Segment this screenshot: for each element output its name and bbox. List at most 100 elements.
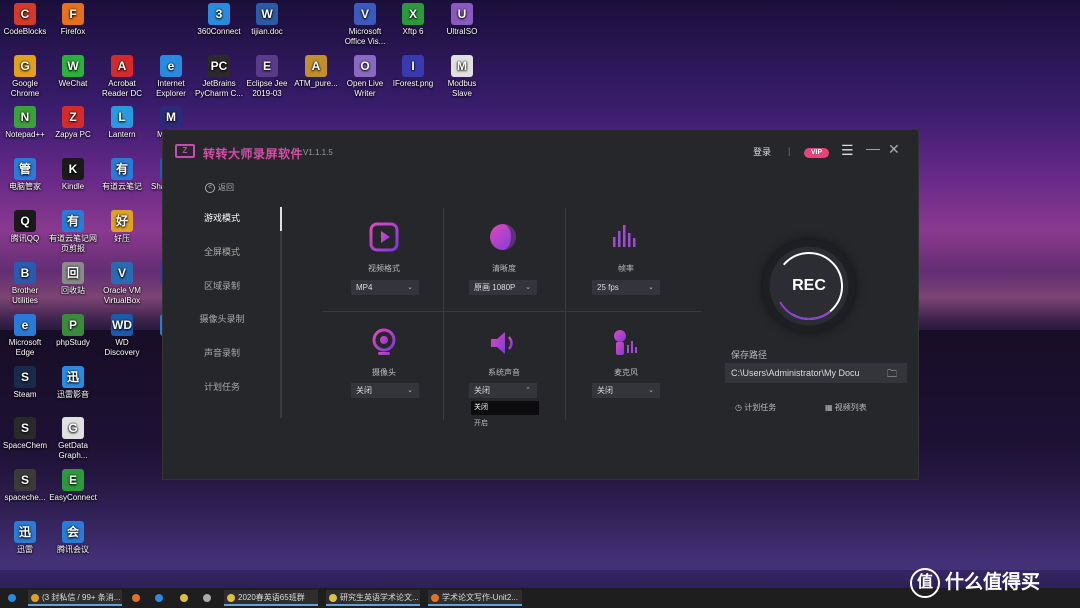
desktop-icon[interactable]: 会腾讯会议 bbox=[48, 521, 98, 555]
desktop-icon[interactable]: A Acrobat Reader DC bbox=[97, 55, 147, 98]
desktop-icon[interactable]: U UltraISO bbox=[437, 3, 487, 37]
desktop-icon[interactable]: E Eclipse Jee 2019-03 bbox=[242, 55, 292, 98]
desktop-icon[interactable]: 迅迅雷 bbox=[0, 521, 50, 555]
schedule-task-link[interactable]: ◷ 计划任务 bbox=[735, 402, 776, 413]
taskbar-app[interactable] bbox=[203, 591, 214, 605]
sidebar-item-region-record[interactable]: 区域录制 bbox=[163, 279, 281, 292]
sidebar-item-camera-record[interactable]: 摄像头录制 bbox=[163, 312, 281, 325]
save-path-field[interactable]: C:\Users\Administrator\My Docu bbox=[725, 363, 907, 383]
back-button[interactable]: < 返回 bbox=[205, 182, 234, 193]
desktop-icon[interactable]: WD WD Discovery bbox=[97, 314, 147, 357]
microphone-select[interactable]: 关闭 ⌄ bbox=[592, 383, 660, 398]
desktop-icon[interactable]: 好好压 bbox=[97, 210, 147, 244]
video-format-label: 视频格式 bbox=[368, 264, 400, 273]
desktop-icon[interactable]: O Open Live Writer bbox=[340, 55, 390, 98]
desktop-icon[interactable]: N Notepad++ bbox=[0, 106, 50, 140]
sidebar-item-audio-record[interactable]: 声音录制 bbox=[163, 346, 281, 359]
camera-label: 摄像头 bbox=[372, 368, 396, 377]
title-separator: | bbox=[788, 146, 791, 156]
taskbar-firefox[interactable] bbox=[132, 591, 143, 605]
clarity-select[interactable]: 原画 1080P ⌄ bbox=[469, 280, 537, 295]
desktop-icon-label: Kindle bbox=[61, 182, 85, 191]
desktop-icon[interactable]: 迅迅雷影音 bbox=[48, 366, 98, 400]
desktop-icon-label: Brother Utilities bbox=[11, 286, 39, 305]
firefox-icon bbox=[132, 593, 140, 602]
menu-icon[interactable]: ☰ bbox=[841, 142, 854, 159]
desktop-icon[interactable]: Wtijian.doc bbox=[242, 3, 292, 37]
system-sound-select[interactable]: 关闭 ⌃ bbox=[469, 383, 537, 398]
desktop-icon[interactable]: e Internet Explorer bbox=[146, 55, 196, 98]
system-sound-option-off[interactable]: 关闭 bbox=[471, 401, 539, 415]
start-button[interactable] bbox=[8, 591, 19, 605]
app-icon: M bbox=[160, 106, 182, 128]
vip-badge[interactable]: VIP bbox=[804, 148, 829, 158]
desktop-icon[interactable]: PphpStudy bbox=[48, 314, 98, 348]
taskbar-task-label: 学术论文写作-Unit2... bbox=[442, 593, 519, 602]
desktop-icon[interactable]: X Xftp 6 bbox=[388, 3, 438, 37]
frame-rate-select[interactable]: 25 fps ⌄ bbox=[592, 280, 660, 295]
desktop-icon[interactable]: PC JetBrains PyCharm C... bbox=[194, 55, 244, 98]
taskbar-folder[interactable] bbox=[180, 591, 191, 605]
desktop-icon[interactable]: 有有道云笔记 bbox=[97, 158, 147, 192]
desktop-icon-label: WD Discovery bbox=[104, 338, 140, 357]
desktop-icon-label: CodeBlocks bbox=[3, 27, 47, 36]
desktop-icon[interactable]: A ATM_pure... bbox=[291, 55, 341, 89]
folder-icon bbox=[329, 593, 337, 602]
desktop-icon[interactable]: Z Zapya PC bbox=[48, 106, 98, 140]
video-format-select[interactable]: MP4 ⌄ bbox=[351, 280, 419, 295]
taskbar-task-2[interactable]: 2020春英语65班群 bbox=[224, 590, 318, 606]
desktop-icon[interactable]: V Oracle VM VirtualBox bbox=[97, 262, 147, 305]
desktop-icon-label: 有道云笔记网页剪报 bbox=[49, 234, 97, 253]
desktop-icon[interactable]: G Google Chrome bbox=[0, 55, 50, 98]
close-icon[interactable]: ✕ bbox=[888, 141, 900, 158]
camera-select[interactable]: 关闭 ⌄ bbox=[351, 383, 419, 398]
desktop-icon[interactable]: e Microsoft Edge bbox=[0, 314, 50, 357]
video-list-label: 视频列表 bbox=[834, 403, 867, 412]
sidebar-item-fullscreen-mode[interactable]: 全屏模式 bbox=[163, 245, 281, 258]
desktop-icon[interactable]: K Kindle bbox=[48, 158, 98, 192]
desktop-icon[interactable]: F Firefox bbox=[48, 3, 98, 37]
desktop-icon[interactable]: M Modbus Slave bbox=[437, 55, 487, 98]
login-button[interactable]: 登录 bbox=[753, 145, 771, 158]
desktop-icon[interactable]: C CodeBlocks bbox=[0, 3, 50, 37]
app-icon: e bbox=[160, 55, 182, 77]
desktop-icon[interactable]: 有有道云笔记网页剪报 bbox=[48, 210, 98, 253]
desktop-icon[interactable]: B Brother Utilities bbox=[0, 262, 50, 305]
camera-value: 关闭 bbox=[356, 386, 372, 395]
desktop-icon[interactable]: V Microsoft Office Vis... bbox=[340, 3, 390, 46]
desktop-icon[interactable]: S SpaceChem bbox=[0, 417, 50, 451]
watermark: 值什么值得买 bbox=[910, 567, 1040, 598]
frame-rate-value: 25 fps bbox=[597, 283, 619, 292]
title-bar[interactable]: Z 转转大师录屏软件 V1.1.1.5 登录 | VIP ☰ — ✕ bbox=[163, 130, 920, 174]
app-icon: X bbox=[402, 3, 424, 25]
grid-divider bbox=[443, 208, 444, 420]
desktop-icon[interactable]: 回回收站 bbox=[48, 262, 98, 296]
desktop-icon[interactable]: Q 腾讯QQ bbox=[0, 210, 50, 244]
desktop-icon[interactable]: 3 360Connect bbox=[194, 3, 244, 37]
desktop-icon[interactable]: Sspaceche... bbox=[0, 469, 50, 503]
desktop-icon[interactable]: I IForest.png bbox=[388, 55, 438, 89]
taskbar-task-4[interactable]: 学术论文写作-Unit2... bbox=[428, 590, 522, 606]
desktop-icon[interactable]: 管电脑管家 bbox=[0, 158, 50, 192]
desktop-icon[interactable]: G GetData Graph... bbox=[48, 417, 98, 460]
folder-icon[interactable]: 🗀 bbox=[887, 367, 897, 384]
app-icon: 迅 bbox=[14, 521, 36, 543]
desktop-icon[interactable]: W WeChat bbox=[48, 55, 98, 89]
chevron-up-icon: ⌃ bbox=[525, 387, 531, 394]
desktop-icon[interactable]: E EasyConnect bbox=[48, 469, 98, 503]
app-icon: G bbox=[62, 417, 84, 439]
sidebar-item-game-mode[interactable]: 游戏模式 bbox=[163, 211, 281, 224]
app-icon: 好 bbox=[111, 210, 133, 232]
taskbar-task-1[interactable]: (3 封私信 / 99+ 条消... bbox=[28, 590, 122, 606]
taskbar-search[interactable] bbox=[155, 591, 166, 605]
video-list-link[interactable]: ▦ 视频列表 bbox=[825, 402, 867, 413]
rec-label: REC bbox=[792, 277, 826, 294]
minimize-icon[interactable]: — bbox=[866, 140, 880, 156]
desktop-icon[interactable]: S Steam bbox=[0, 366, 50, 400]
system-sound-option-on[interactable]: 开启 bbox=[471, 417, 539, 431]
app-icon: A bbox=[305, 55, 327, 77]
desktop-icon[interactable]: L Lantern bbox=[97, 106, 147, 140]
taskbar-task-3[interactable]: 研究生英语学术论文... bbox=[326, 590, 420, 606]
clarity-label: 清晰度 bbox=[492, 264, 516, 273]
sidebar-item-scheduled-task[interactable]: 计划任务 bbox=[163, 380, 281, 393]
